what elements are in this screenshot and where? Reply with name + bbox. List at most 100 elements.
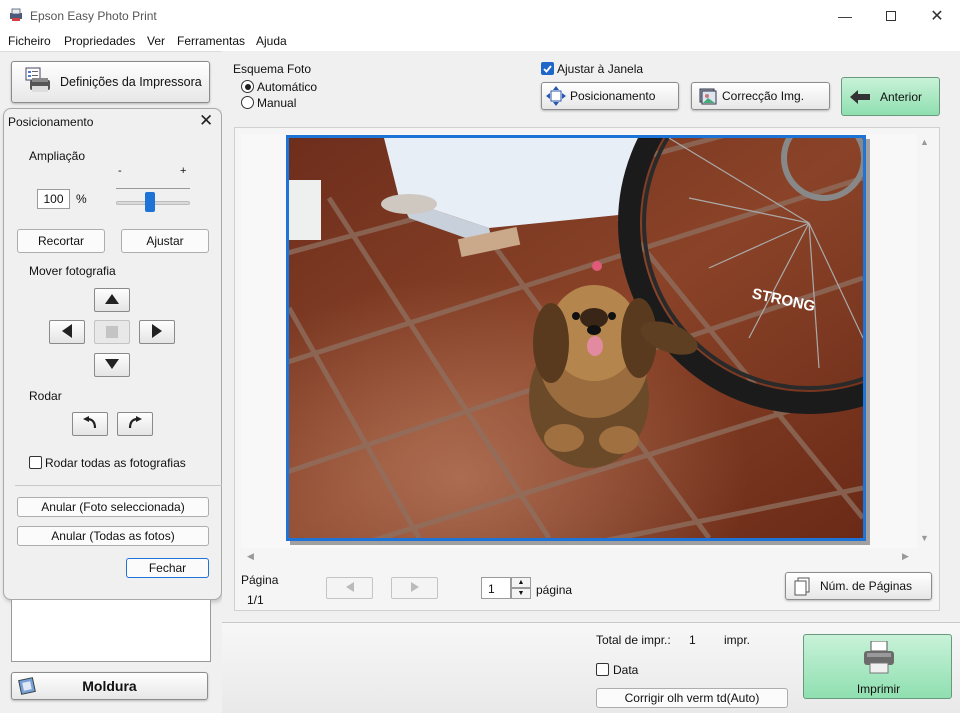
scroll-right-icon[interactable]: ▶ <box>902 551 909 562</box>
zoom-value: 100 <box>43 192 64 206</box>
photo[interactable]: STRONG <box>286 135 866 541</box>
move-photo-label: Mover fotografia <box>29 264 116 278</box>
printer-settings-button[interactable]: Definições da Impressora <box>11 61 210 103</box>
arrow-up-icon <box>105 293 119 307</box>
undo-selected-button[interactable]: Anular (Foto seleccionada) <box>17 497 209 517</box>
image-correction-label: Correcção Img. <box>722 89 805 103</box>
next-page-button[interactable] <box>391 577 438 599</box>
check-icon <box>543 65 552 73</box>
menu-bar: Ficheiro Propriedades Ver Ferramentas Aj… <box>0 31 960 51</box>
manual-radio[interactable] <box>241 96 254 109</box>
positioning-button[interactable]: Posicionamento <box>541 82 679 110</box>
redeye-button[interactable]: Corrigir olh verm td(Auto) <box>596 688 788 708</box>
photo-list-area[interactable] <box>11 600 211 662</box>
num-pages-label: Núm. de Páginas <box>820 579 913 593</box>
move-arrows-icon <box>546 86 566 106</box>
image-correction-icon <box>698 86 718 106</box>
date-checkbox[interactable] <box>596 663 609 676</box>
printer-icon <box>22 66 54 98</box>
app-icon <box>9 8 23 22</box>
rotate-right-button[interactable] <box>117 412 153 436</box>
menu-help[interactable]: Ajuda <box>256 34 287 48</box>
minimize-icon: — <box>838 7 852 24</box>
zoom-input[interactable]: 100 <box>37 189 70 209</box>
spinner-down-button[interactable]: ▼ <box>511 588 531 599</box>
rotate-left-icon <box>82 415 98 433</box>
close-window-button[interactable]: ✕ <box>914 0 960 31</box>
spinner-up-icon: ▲ <box>517 579 525 586</box>
window-title: Epson Easy Photo Print <box>30 9 157 23</box>
num-pages-button[interactable]: Núm. de Páginas <box>785 572 932 600</box>
page-spinner-value: 1 <box>488 582 495 596</box>
fit-button[interactable]: Ajustar <box>121 229 209 253</box>
zoom-slider[interactable] <box>116 185 190 212</box>
scroll-down-icon[interactable]: ▼ <box>920 533 929 543</box>
zoom-minus: - <box>118 165 122 177</box>
square-icon <box>106 326 118 338</box>
menu-view[interactable]: Ver <box>147 34 165 48</box>
auto-radio[interactable] <box>241 80 254 93</box>
zoom-label: Ampliação <box>29 149 86 163</box>
maximize-button[interactable] <box>868 0 914 31</box>
next-page-icon <box>410 581 419 595</box>
arrow-down-icon <box>105 358 119 372</box>
rotate-right-icon <box>127 415 143 433</box>
slider-thumb[interactable] <box>144 192 155 212</box>
scroll-up-icon[interactable]: ▲ <box>920 137 929 147</box>
total-unit: impr. <box>724 633 751 647</box>
layout-label: Esquema Foto <box>233 62 312 76</box>
menu-properties[interactable]: Propriedades <box>64 34 135 48</box>
close-icon: ✕ <box>930 7 944 25</box>
scroll-left-icon[interactable]: ◀ <box>247 551 254 562</box>
printer-settings-label: Definições da Impressora <box>60 75 202 89</box>
fit-window-checkbox[interactable] <box>541 62 554 75</box>
move-down-button[interactable] <box>94 353 130 377</box>
spinner-up-button[interactable]: ▲ <box>511 577 531 588</box>
positioning-button-label: Posicionamento <box>570 89 656 103</box>
title-bar: Epson Easy Photo Print — ✕ <box>0 0 960 31</box>
print-button[interactable]: Imprimir <box>803 634 952 699</box>
image-correction-button[interactable]: Correcção Img. <box>691 82 830 110</box>
zoom-unit: % <box>76 192 87 206</box>
frame-label: Moldura <box>82 678 137 694</box>
page-value: 1/1 <box>247 593 264 607</box>
move-center-button[interactable] <box>94 320 130 344</box>
back-arrow-icon <box>850 89 872 104</box>
fit-window-label: Ajustar à Janela <box>557 62 644 76</box>
slider-ticks <box>116 188 190 189</box>
close-panel-icon[interactable]: ✕ <box>199 111 213 131</box>
rotate-left-button[interactable] <box>72 412 108 436</box>
prev-page-button[interactable] <box>326 577 373 599</box>
manual-label: Manual <box>257 96 297 110</box>
total-label: Total de impr.: <box>596 633 671 647</box>
positioning-title: Posicionamento <box>8 115 94 129</box>
page-unit: página <box>536 583 573 597</box>
menu-file[interactable]: Ficheiro <box>8 34 51 48</box>
menu-tools[interactable]: Ferramentas <box>177 34 245 48</box>
prev-page-icon <box>345 581 354 595</box>
frame-button[interactable]: Moldura <box>11 672 208 700</box>
arrow-right-icon <box>152 323 162 341</box>
move-right-button[interactable] <box>139 320 175 344</box>
pages-icon <box>792 576 812 596</box>
arrow-left-icon <box>62 323 72 341</box>
total-value: 1 <box>689 633 696 647</box>
rotate-label: Rodar <box>29 389 62 403</box>
frame-icon <box>18 677 36 695</box>
back-label: Anterior <box>880 89 923 104</box>
move-up-button[interactable] <box>94 288 130 312</box>
page-spinner-input[interactable]: 1 <box>481 577 511 599</box>
auto-label: Automático <box>257 80 318 94</box>
dog-photo-image: STRONG <box>289 138 863 538</box>
print-label: Imprimir <box>856 682 901 696</box>
undo-all-button[interactable]: Anular (Todas as fotos) <box>17 526 209 546</box>
minimize-button[interactable]: — <box>822 0 868 31</box>
crop-button[interactable]: Recortar <box>17 229 105 253</box>
spinner-down-icon: ▼ <box>517 590 525 597</box>
rotate-all-checkbox[interactable] <box>29 456 42 469</box>
zoom-plus: + <box>180 165 187 177</box>
move-left-button[interactable] <box>49 320 85 344</box>
back-button[interactable]: Anterior <box>841 77 940 116</box>
printer-icon <box>861 640 897 675</box>
close-panel-button[interactable]: Fechar <box>126 558 209 578</box>
